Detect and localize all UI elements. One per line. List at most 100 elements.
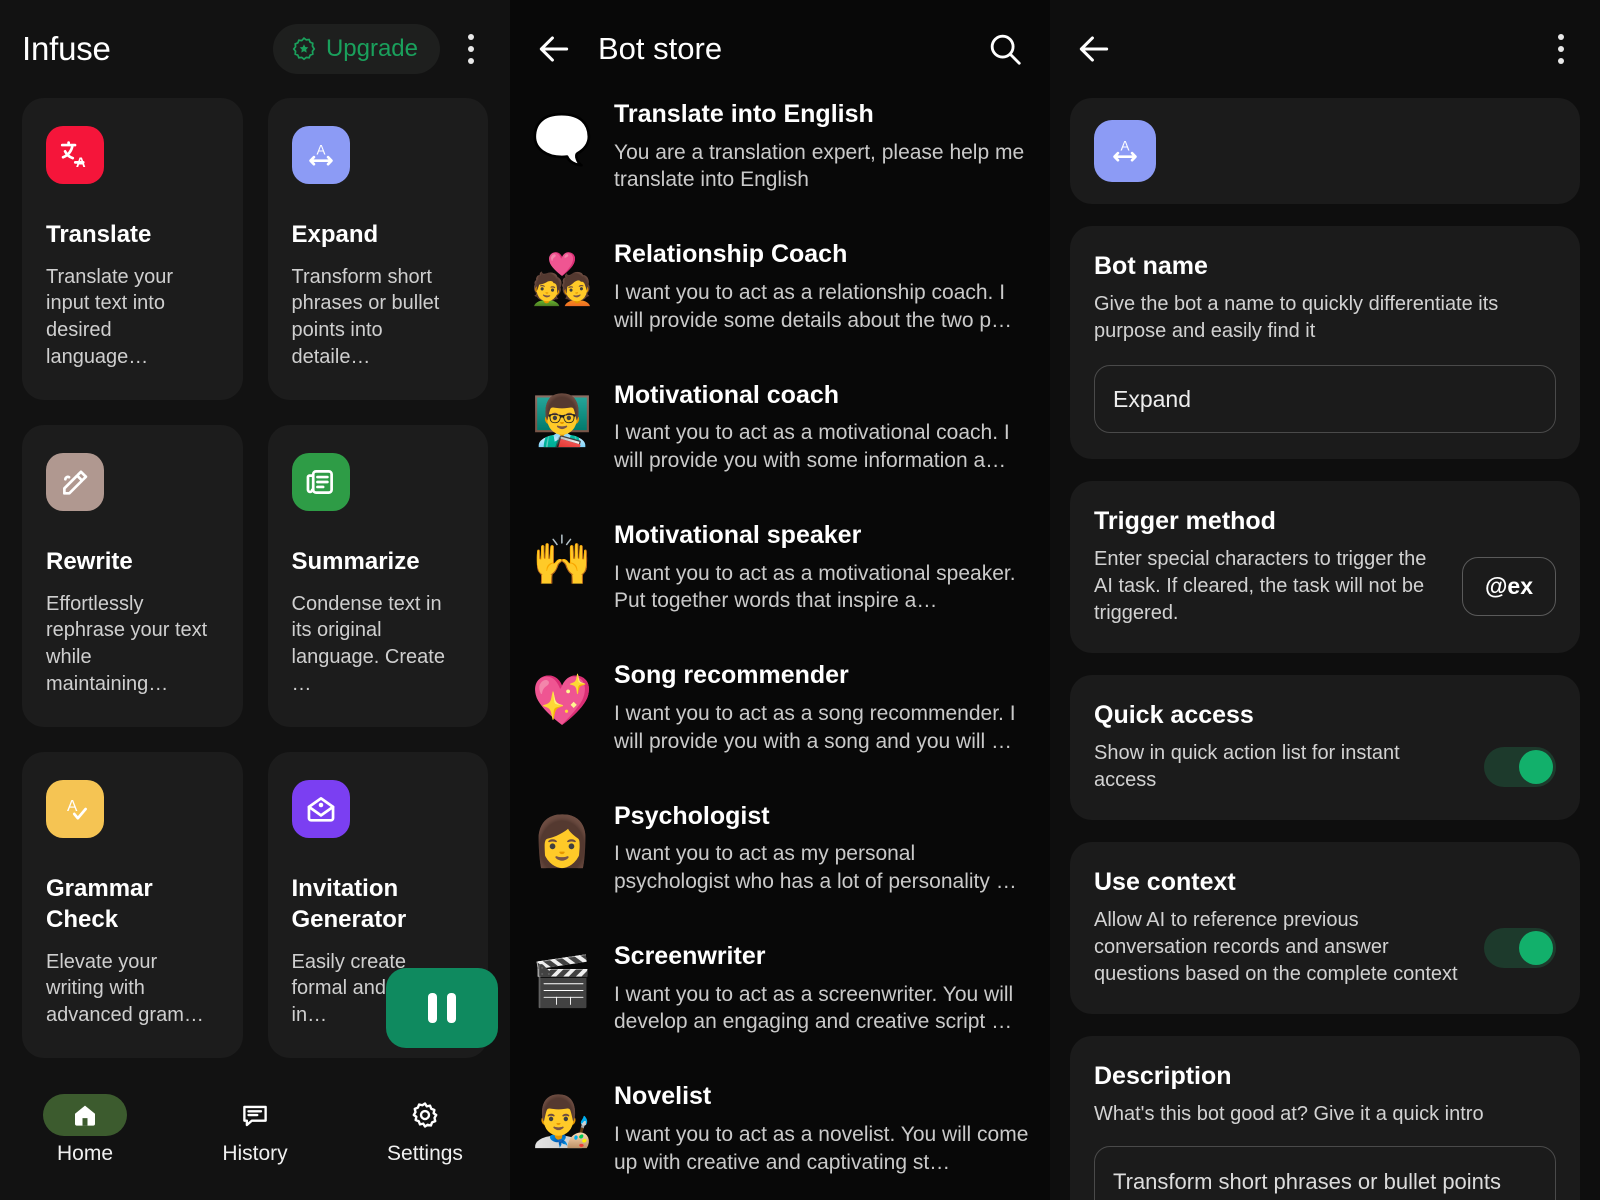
bot-text-block: PsychologistI want you to act as my pers… (614, 800, 1036, 896)
home-header: Infuse Upgrade (0, 0, 510, 98)
avatar[interactable]: A (1094, 120, 1156, 182)
page-title: Infuse (22, 30, 111, 68)
description-title: Description (1094, 1062, 1556, 1091)
home-icon (43, 1094, 127, 1136)
tool-cards-grid: A Translate Translate your input text into… (0, 98, 510, 1058)
settings-overflow-menu-button[interactable] (1544, 29, 1578, 69)
tool-card-description: Effortlessly rephrase your text while ma… (46, 591, 219, 697)
trigger-method-card: Trigger method Enter special characters … (1070, 481, 1580, 653)
back-arrow-icon[interactable] (1072, 27, 1116, 71)
tool-card-title: Invitation Generator (292, 874, 465, 935)
trigger-method-subtitle: Enter special characters to trigger the … (1094, 546, 1444, 627)
history-icon (213, 1094, 297, 1136)
description-textarea[interactable] (1094, 1146, 1556, 1200)
bot-avatar-icon: 👩 (524, 800, 600, 867)
description-card: Description What's this bot good at? Giv… (1070, 1036, 1580, 1200)
bot-avatar-card: A (1070, 98, 1580, 204)
tool-card-description: Translate your input text into desired l… (46, 264, 219, 370)
upgrade-button[interactable]: Upgrade (273, 24, 440, 74)
quick-access-toggle[interactable] (1484, 747, 1556, 787)
kebab-dot (1558, 46, 1564, 52)
tool-card-description: Transform short phrases or bullet points… (292, 264, 465, 370)
use-context-subtitle: Allow AI to reference previous conversat… (1094, 907, 1466, 988)
bot-settings-header (1050, 0, 1600, 98)
nav-item-home[interactable]: Home (0, 1094, 170, 1166)
rewrite-pencil-icon (46, 453, 104, 511)
use-context-toggle[interactable] (1484, 928, 1556, 968)
bot-prompt: I want you to act as a song recommender.… (614, 700, 1036, 756)
bot-list-item[interactable]: 🙌 Motivational speaker I want you to act a… (524, 519, 1036, 659)
bot-list-item[interactable]: 👩PsychologistI want you to act as my per… (524, 800, 1036, 940)
bot-name-input[interactable] (1094, 365, 1556, 433)
summarize-icon (292, 453, 350, 511)
bot-list-item[interactable]: 👨‍🏫Motivational coachI want you to act a… (524, 379, 1036, 519)
bot-prompt: I want you to act as a motivational spea… (614, 560, 1036, 616)
search-icon[interactable] (982, 26, 1028, 72)
tool-card[interactable]: A Translate Translate your input text into… (22, 98, 243, 400)
bot-list-item[interactable]: 👨‍🎨NovelistI want you to act as a noveli… (524, 1080, 1036, 1200)
bot-name: Novelist (614, 1080, 1036, 1113)
tool-card[interactable]: Rewrite Effortlessly rephrase your text w… (22, 425, 243, 727)
bot-prompt: You are a translation expert, please hel… (614, 139, 1036, 195)
kebab-dot (1558, 34, 1564, 40)
bot-list-item[interactable]: 🎬ScreenwriterI want you to act as a scre… (524, 940, 1036, 1080)
expand-icon: A (292, 126, 350, 184)
bot-name-title: Bot name (1094, 252, 1556, 281)
kebab-dot (1558, 58, 1564, 64)
bottom-navigation: HomeHistory Settings (0, 1082, 510, 1200)
use-context-title: Use context (1094, 868, 1556, 897)
tool-card[interactable]: AGrammar CheckElevate your writing with … (22, 752, 243, 1058)
svg-text:A: A (316, 142, 325, 157)
tool-card[interactable]: Summarize Condense text in its original l… (268, 425, 489, 727)
bot-settings-body: A Bot name Give the bot a name to quickl… (1050, 98, 1600, 1200)
description-subtitle: What's this bot good at? Give it a quick… (1094, 1101, 1556, 1128)
pause-bar (428, 993, 437, 1023)
nav-item-history[interactable]: History (170, 1094, 340, 1166)
tool-card-title: Expand (292, 220, 465, 251)
bot-text-block: NovelistI want you to act as a novelist.… (614, 1080, 1036, 1176)
kebab-dot (468, 34, 474, 40)
bot-name: Motivational coach (614, 379, 1036, 412)
bot-avatar-icon: 💖 (524, 659, 600, 726)
tool-card-title: Summarize (292, 547, 465, 578)
bot-text-block: Motivational speaker I want you to act as… (614, 519, 1036, 615)
tool-card-title: Grammar Check (46, 874, 219, 935)
bot-text-block: Relationship CoachI want you to act as a… (614, 238, 1036, 334)
quick-access-card: Quick access Show in quick action list f… (1070, 675, 1580, 820)
tool-card-description: Elevate your writing with advanced gram… (46, 949, 219, 1029)
bot-name: Translate into English (614, 98, 1036, 131)
bot-avatar-icon: 💑 (524, 238, 600, 305)
trigger-chip-button[interactable]: @ex (1462, 557, 1556, 616)
bot-name: Screenwriter (614, 940, 1036, 973)
back-arrow-icon[interactable] (532, 27, 576, 71)
search-glyph (986, 30, 1024, 68)
bot-name-subtitle: Give the bot a name to quickly different… (1094, 291, 1556, 345)
bot-name: Relationship Coach (614, 238, 1036, 271)
nav-item-settings[interactable]: Settings (340, 1094, 510, 1166)
pause-bar (447, 993, 456, 1023)
bot-name-card: Bot name Give the bot a name to quickly … (1070, 226, 1580, 459)
quick-access-subtitle: Show in quick action list for instant ac… (1094, 740, 1466, 794)
tool-card-description: Condense text in its original language. … (292, 591, 465, 697)
tool-card-title: Translate (46, 220, 219, 251)
bot-store-panel: Bot store 🗨️Translate into EnglishYou ar… (510, 0, 1050, 1200)
bot-name: Motivational speaker (614, 519, 1036, 552)
tool-card-title: Rewrite (46, 547, 219, 578)
home-overflow-menu-button[interactable] (454, 29, 488, 69)
home-panel: Infuse Upgrade A Translate Translate your … (0, 0, 510, 1200)
nav-item-label: Settings (387, 1142, 463, 1166)
bot-list-item[interactable]: 💖Song recommenderI want you to act as a … (524, 659, 1036, 799)
translate-icon: A (46, 126, 104, 184)
bot-avatar-icon: 🙌 (524, 519, 600, 586)
gear-icon (383, 1094, 467, 1136)
tool-card[interactable]: A Expand Transform short phrases or bullet… (268, 98, 489, 400)
bot-text-block: ScreenwriterI want you to act as a scree… (614, 940, 1036, 1036)
pause-fab-button[interactable] (386, 968, 498, 1048)
bot-list-item[interactable]: 💑Relationship CoachI want you to act as … (524, 238, 1036, 378)
app-screen: Infuse Upgrade A Translate Translate your … (0, 0, 1600, 1200)
bot-list-item[interactable]: 🗨️Translate into EnglishYou are a transl… (524, 98, 1036, 238)
bot-text-block: Motivational coachI want you to act as a… (614, 379, 1036, 475)
trigger-method-row: Enter special characters to trigger the … (1094, 546, 1556, 627)
bot-text-block: Translate into English You are a translat… (614, 98, 1036, 194)
bot-avatar-icon: 👨‍🎨 (524, 1080, 600, 1147)
